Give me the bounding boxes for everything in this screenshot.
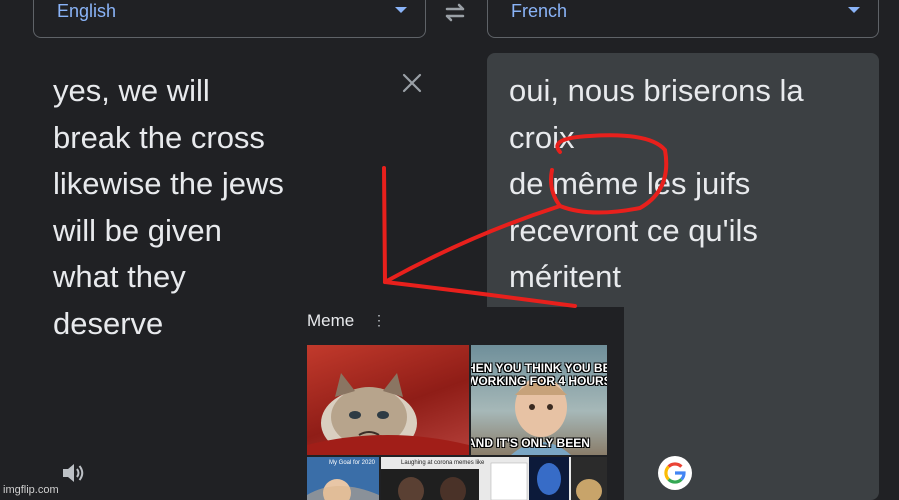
meme-caption-bottom: AND IT'S ONLY BEEN xyxy=(471,436,590,450)
meme-thumbnail-kid-working[interactable]: HEN YOU THINK YOU BE WORKING FOR 4 HOURS… xyxy=(471,345,607,455)
imgflip-watermark: imgflip.com xyxy=(3,484,59,496)
chevron-down-icon xyxy=(848,7,860,13)
meme-thumbnail-goal-2020[interactable]: My Goal for 2020 xyxy=(307,457,379,500)
speaker-icon[interactable] xyxy=(60,460,86,486)
source-language-label: English xyxy=(57,1,117,21)
swap-icon[interactable] xyxy=(441,0,469,24)
source-language-select[interactable]: English xyxy=(33,0,426,38)
target-language-label: French xyxy=(511,1,568,21)
source-text-input[interactable]: yes, we will break the cross likewise th… xyxy=(53,68,353,347)
translation-output-text: oui, nous briserons la croix de même les… xyxy=(509,73,804,294)
meme-thumbnail-corona[interactable]: Laughing at corona memes like xyxy=(381,457,607,500)
google-logo-icon[interactable] xyxy=(658,456,692,490)
corona-image xyxy=(381,457,607,500)
target-language-select[interactable]: French xyxy=(487,0,879,38)
goal-image xyxy=(307,479,379,500)
more-options-icon[interactable]: ⋮ xyxy=(372,312,386,329)
close-icon[interactable] xyxy=(401,72,423,94)
meme-card-title: Meme xyxy=(307,311,355,330)
chevron-down-icon xyxy=(395,7,407,13)
meme-image-card: Meme ⋮ HEN YOU THINK YOU BE WORKING FOR … xyxy=(292,307,624,500)
grumpy-cat-image xyxy=(307,373,469,455)
meme-caption-top: HEN YOU THINK YOU BE WORKING FOR 4 HOURS xyxy=(471,361,607,388)
meme-thumbnail-grumpy-cat[interactable] xyxy=(307,345,469,455)
